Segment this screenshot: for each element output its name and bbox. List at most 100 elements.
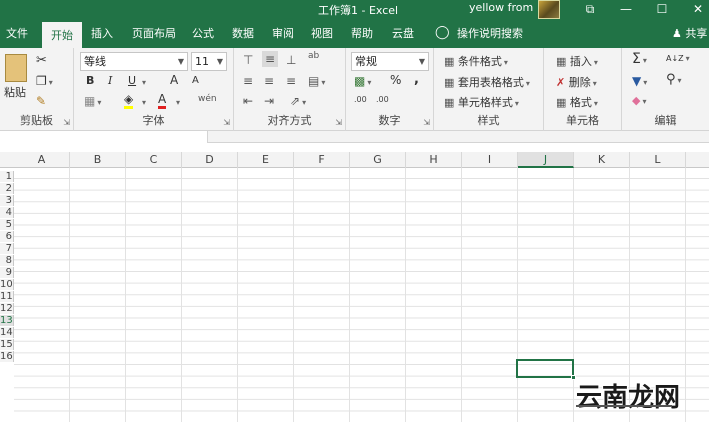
number-format-select[interactable]: 常规 ▼ — [351, 52, 429, 71]
row-header-15[interactable]: 15 — [0, 339, 14, 350]
avatar[interactable] — [538, 0, 560, 19]
font-name-select[interactable]: 等线 ▼ — [80, 52, 188, 71]
lightbulb-icon[interactable]: ◯ — [435, 25, 450, 40]
sort-filter-button[interactable]: A↓Z ▾ — [666, 54, 690, 63]
align-middle-icon[interactable]: ≡ — [262, 51, 279, 67]
currency-icon[interactable]: ▩ ▾ — [354, 74, 371, 88]
grow-font-button[interactable]: A — [170, 73, 178, 87]
column-header-d[interactable]: D — [182, 152, 238, 168]
conditional-format-button[interactable]: ▦ 条件格式 ▾ — [444, 53, 508, 69]
format-painter-icon[interactable]: ✎ — [36, 94, 46, 108]
row-header-5[interactable]: 5 — [0, 219, 14, 230]
fill-color-icon[interactable]: ◈ — [124, 92, 134, 109]
borders-icon[interactable]: ▦ ▾ — [84, 94, 101, 108]
decrease-indent-icon[interactable]: ⇤ — [243, 94, 253, 108]
tab-page-layout[interactable]: 页面布局 — [126, 20, 182, 48]
row-header-16[interactable]: 16 — [0, 351, 14, 362]
row-header-12[interactable]: 12 — [0, 303, 14, 314]
row-header-9[interactable]: 9 — [0, 267, 14, 278]
fill-icon[interactable]: ▼ ▾ — [632, 74, 647, 88]
dialog-launcher-icon[interactable]: ⇲ — [423, 118, 430, 127]
row-header-8[interactable]: 8 — [0, 255, 14, 266]
column-header-f[interactable]: F — [294, 152, 350, 168]
font-size-select[interactable]: 11 ▼ — [191, 52, 227, 71]
underline-button[interactable]: U — [128, 74, 136, 87]
align-center-icon[interactable]: ≡ — [264, 74, 274, 88]
column-header-l[interactable]: L — [630, 152, 686, 168]
dialog-launcher-icon[interactable]: ⇲ — [63, 118, 70, 127]
column-header-b[interactable]: B — [70, 152, 126, 168]
phonetic-button[interactable]: wén — [198, 94, 217, 104]
wrap-text-button[interactable]: ab — [308, 51, 319, 61]
clear-button[interactable]: ◆ ▾ — [632, 94, 646, 107]
cell-styles-button[interactable]: ▦ 单元格样式 ▾ — [444, 94, 519, 110]
comma-button[interactable]: , — [414, 72, 419, 87]
chevron-down-icon[interactable]: ▾ — [174, 95, 180, 108]
paste-button[interactable]: 粘贴 — [4, 84, 26, 100]
format-cells-button[interactable]: ▦ 格式 ▾ — [556, 94, 598, 110]
italic-button[interactable]: I — [108, 74, 112, 87]
row-header-2[interactable]: 2 — [0, 183, 14, 194]
tab-insert[interactable]: 插入 — [87, 20, 117, 48]
ribbon-display-icon[interactable]: ⧉ — [578, 0, 602, 20]
tab-view[interactable]: 视图 — [307, 20, 337, 48]
align-left-icon[interactable]: ≡ — [243, 74, 253, 88]
find-button[interactable]: ⚲ ▾ — [666, 72, 682, 87]
orientation-icon[interactable]: ⇗ ▾ — [290, 94, 306, 108]
search-box[interactable]: 操作说明搜索 — [454, 20, 526, 48]
tab-cloud[interactable]: 云盘 — [388, 20, 418, 48]
column-header-i[interactable]: I — [462, 152, 518, 168]
decrease-decimal-button[interactable]: .00 — [376, 95, 389, 104]
column-header-c[interactable]: C — [126, 152, 182, 168]
chevron-down-icon[interactable]: ▾ — [140, 95, 146, 108]
shrink-font-button[interactable]: A — [192, 75, 199, 86]
row-header-11[interactable]: 11 — [0, 291, 14, 302]
column-header-k[interactable]: K — [574, 152, 630, 168]
paste-icon[interactable] — [5, 54, 27, 82]
format-as-table-button[interactable]: ▦ 套用表格格式 ▾ — [444, 74, 530, 90]
row-header-1[interactable]: 1 — [0, 171, 14, 182]
align-top-icon[interactable]: ⊤ — [243, 53, 253, 67]
row-header-6[interactable]: 6 — [0, 231, 14, 242]
row-header-14[interactable]: 14 — [0, 327, 14, 338]
increase-indent-icon[interactable]: ⇥ — [264, 94, 274, 108]
row-header-10[interactable]: 10 — [0, 279, 14, 290]
tab-file[interactable]: 文件 — [0, 20, 34, 48]
align-right-icon[interactable]: ≡ — [286, 74, 296, 88]
insert-cells-button[interactable]: ▦ 插入 ▾ — [556, 53, 598, 69]
active-cell[interactable] — [516, 359, 574, 378]
insert-icon: ▦ — [556, 55, 567, 68]
percent-button[interactable]: % — [390, 73, 401, 87]
column-header-j[interactable]: J — [518, 152, 574, 168]
row-header-4[interactable]: 4 — [0, 207, 14, 218]
chevron-down-icon[interactable]: ▾ — [140, 75, 146, 88]
minimize-button[interactable]: — — [614, 0, 638, 20]
tab-data[interactable]: 数据 — [228, 20, 258, 48]
tab-help[interactable]: 帮助 — [347, 20, 377, 48]
row-header-7[interactable]: 7 — [0, 243, 14, 254]
row-header-13[interactable]: 13 — [0, 315, 14, 326]
dialog-launcher-icon[interactable]: ⇲ — [335, 118, 342, 127]
autosum-button[interactable]: Σ ▾ — [632, 51, 647, 67]
align-bottom-icon[interactable]: ⊥ — [286, 53, 296, 67]
increase-decimal-button[interactable]: .00 — [354, 95, 367, 104]
tab-home[interactable]: 开始 — [42, 20, 82, 48]
dialog-launcher-icon[interactable]: ⇲ — [223, 118, 230, 127]
delete-cells-button[interactable]: ✗ 删除 ▾ — [556, 74, 597, 90]
tab-formulas[interactable]: 公式 — [188, 20, 218, 48]
font-color-button[interactable]: A — [158, 92, 167, 109]
column-header-a[interactable]: A — [14, 152, 70, 168]
bold-button[interactable]: B — [86, 74, 94, 87]
copy-icon[interactable]: ❐ ▾ — [36, 74, 53, 88]
close-button[interactable]: ✕ — [686, 0, 709, 20]
column-header-e[interactable]: E — [238, 152, 294, 168]
merge-cells-icon[interactable]: ▤ ▾ — [308, 74, 325, 88]
column-header-g[interactable]: G — [350, 152, 406, 168]
column-header-h[interactable]: H — [406, 152, 462, 168]
row-header-3[interactable]: 3 — [0, 195, 14, 206]
share-button[interactable]: ♟ 共享 — [672, 20, 707, 48]
tab-review[interactable]: 审阅 — [268, 20, 298, 48]
maximize-button[interactable]: ☐ — [650, 0, 674, 20]
cut-icon[interactable]: ✂ — [36, 53, 47, 68]
user-name[interactable]: yellow from — [469, 1, 533, 14]
